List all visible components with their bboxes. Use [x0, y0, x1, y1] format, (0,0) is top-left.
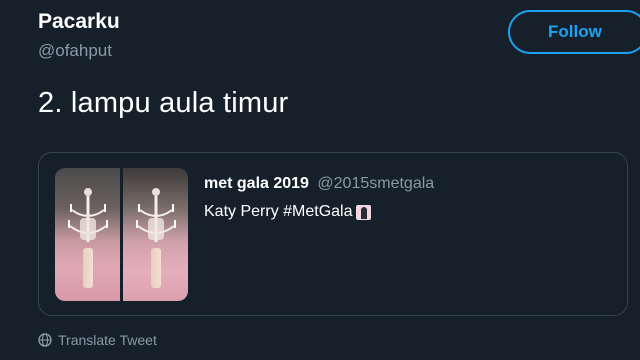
chandelier-image — [135, 188, 176, 242]
globe-icon — [38, 333, 52, 347]
translate-tweet-label: Translate Tweet — [58, 332, 157, 348]
quoted-tweet-text-content: Katy Perry #MetGala — [204, 203, 353, 220]
follow-button-label: Follow — [548, 22, 602, 41]
quoted-tweet-header: met gala 2019 @2015smetgala — [204, 175, 434, 193]
quoted-handle[interactable]: @2015smetgala — [317, 175, 434, 192]
display-name[interactable]: Pacarku — [38, 10, 120, 34]
follow-button[interactable]: Follow — [508, 10, 640, 54]
tweet-text: 2. lampu aula timur — [38, 87, 289, 119]
quoted-tweet-text: Katy Perry #MetGala — [204, 203, 371, 221]
model-legs — [150, 248, 161, 288]
woman-emoji-icon — [355, 204, 371, 220]
translate-tweet-link[interactable]: Translate Tweet — [38, 332, 157, 348]
photo-left[interactable] — [55, 168, 120, 301]
tweet: Pacarku @ofahput Follow 2. lampu aula ti… — [0, 0, 640, 360]
model-legs — [82, 248, 93, 288]
quoted-tweet-media[interactable] — [55, 168, 188, 301]
quoted-display-name[interactable]: met gala 2019 — [204, 175, 309, 192]
chandelier-image — [67, 188, 108, 242]
user-handle[interactable]: @ofahput — [38, 41, 112, 61]
photo-right[interactable] — [123, 168, 188, 301]
quoted-tweet-card[interactable]: met gala 2019 @2015smetgala Katy Perry #… — [38, 152, 628, 316]
